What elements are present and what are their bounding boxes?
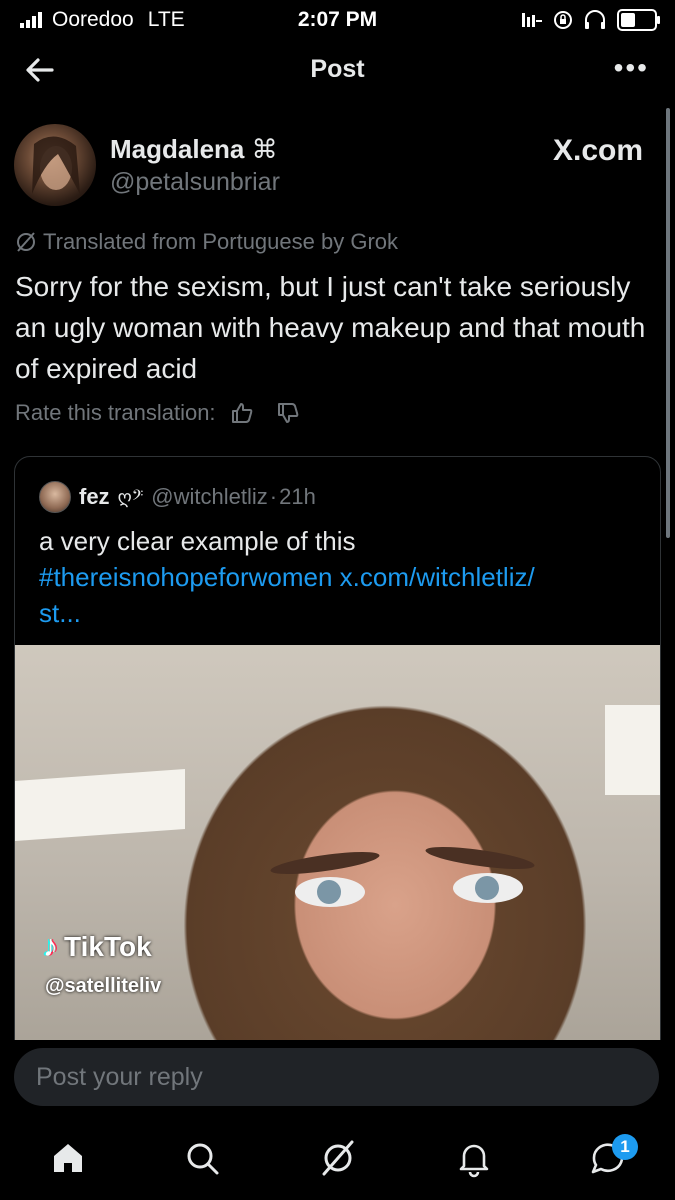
lock-rotation-icon	[554, 11, 572, 29]
post-header: Post •••	[0, 42, 675, 98]
url-link[interactable]: x.com/witchletliz/	[340, 562, 535, 592]
home-icon[interactable]	[48, 1138, 88, 1178]
translation-notice: Translated from Portuguese by Grok	[15, 229, 398, 255]
more-icon[interactable]: •••	[614, 52, 649, 84]
tiktok-watermark: ♪ TikTok	[43, 930, 152, 964]
author-emoji: ⌘	[251, 134, 278, 164]
battery-icon	[617, 9, 660, 31]
site-label: X.com	[552, 134, 643, 167]
status-icons	[521, 9, 660, 31]
face-detail	[269, 847, 381, 879]
reply-input[interactable]: Post your reply	[14, 1048, 659, 1106]
quote-media-image[interactable]: ♪ TikTok @satelliteliv	[15, 645, 660, 1057]
thumbs-up-icon[interactable]	[230, 401, 254, 425]
quote-author-name[interactable]: fez	[79, 484, 110, 510]
quote-time: 21h	[279, 484, 316, 509]
page-title: Post	[310, 55, 365, 83]
messages-badge: 1	[612, 1134, 638, 1160]
post-text: Sorry for the sexism, but I just can't t…	[15, 271, 646, 384]
tiktok-icon: ♪	[43, 930, 58, 963]
thumbs-down-icon[interactable]	[276, 401, 300, 425]
author-name[interactable]: Magdalena ⌘	[110, 134, 278, 165]
quote-separator: ·	[269, 484, 278, 509]
face-detail	[295, 877, 365, 907]
quote-text: a very clear example of this #thereisnoh…	[39, 523, 639, 631]
face-detail	[424, 842, 536, 874]
author-handle[interactable]: @petalsunbriar	[110, 168, 280, 197]
notifications-icon[interactable]	[454, 1138, 494, 1178]
quote-author-handle[interactable]: @witchletliz	[151, 484, 267, 510]
translation-label: Translated from Portuguese by Grok	[43, 229, 399, 254]
tiktok-handle: @satelliteliv	[45, 975, 162, 997]
rate-translation: Rate this translation:	[15, 400, 300, 426]
hashtag-link[interactable]: #thereisnohopeforwomen	[39, 562, 332, 592]
author-avatar[interactable]	[14, 124, 96, 206]
quoted-post[interactable]: fez ღ𝄢 @witchletliz · 21h a very clear e…	[14, 456, 661, 1058]
bottom-nav	[0, 1124, 675, 1200]
headphones-icon	[585, 10, 605, 29]
rate-label: Rate this translation:	[15, 400, 216, 425]
search-icon[interactable]	[182, 1138, 222, 1178]
grok-icon	[17, 232, 35, 252]
url-link-tail[interactable]: st...	[39, 598, 81, 628]
quote-header: fez ღ𝄢 @witchletliz · 21h	[39, 481, 316, 513]
scrollbar[interactable]	[666, 108, 670, 538]
ceiling-light	[605, 705, 660, 795]
reply-placeholder: Post your reply	[36, 1063, 203, 1091]
quote-body: a very clear example of this	[39, 526, 356, 556]
quote-author-emoji: ღ𝄢	[117, 486, 144, 507]
ceiling-light	[15, 769, 185, 841]
status-bar: Ooredoo LTE 2:07 PM	[0, 0, 675, 38]
face-detail	[453, 873, 523, 903]
grok-icon[interactable]	[318, 1138, 358, 1178]
chart-icon	[522, 13, 542, 27]
tiktok-label: TikTok	[64, 931, 152, 962]
quote-avatar[interactable]	[39, 481, 71, 513]
